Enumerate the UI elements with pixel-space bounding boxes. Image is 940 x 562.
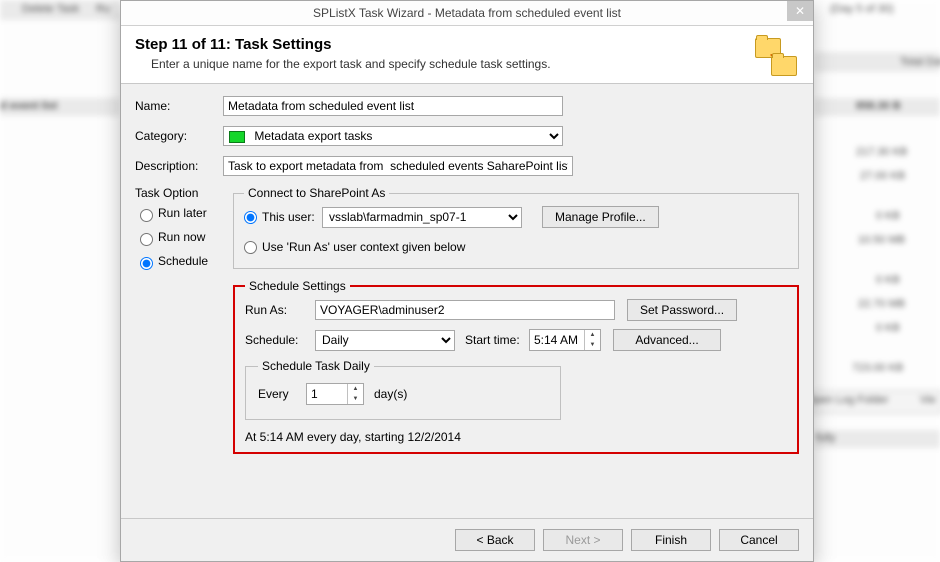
advanced-button[interactable]: Advanced... [613, 329, 721, 351]
cancel-button[interactable]: Cancel [719, 529, 799, 551]
start-time-label: Start time: [465, 333, 529, 347]
connect-legend: Connect to SharePoint As [244, 186, 389, 200]
schedule-fieldset: Schedule Settings Run As: Set Password..… [233, 279, 799, 454]
schedule-daily-fieldset: Schedule Task Daily Every ▲ ▼ day(s) [245, 359, 561, 420]
description-label: Description: [135, 159, 223, 173]
schedule-select[interactable]: Daily [315, 330, 455, 351]
schedule-label: Schedule: [245, 333, 315, 347]
start-time-input[interactable] [530, 330, 584, 350]
name-label: Name: [135, 99, 223, 113]
every-days-input[interactable] [307, 384, 347, 404]
chevron-down-icon[interactable]: ▼ [585, 340, 600, 350]
every-days-spinner[interactable]: ▲ ▼ [306, 383, 364, 405]
wizard-footer: < Back Next > Finish Cancel [121, 518, 813, 561]
daily-legend: Schedule Task Daily [258, 359, 374, 373]
schedule-legend: Schedule Settings [245, 279, 350, 293]
category-select[interactable] [223, 126, 563, 146]
category-label: Category: [135, 129, 223, 143]
chevron-up-icon[interactable]: ▲ [348, 384, 363, 394]
manage-profile-button[interactable]: Manage Profile... [542, 206, 659, 228]
schedule-summary: At 5:14 AM every day, starting 12/2/2014 [245, 430, 787, 444]
window-title: SPListX Task Wizard - Metadata from sche… [313, 6, 621, 20]
back-button[interactable]: < Back [455, 529, 535, 551]
step-title: Step 11 of 11: Task Settings [135, 36, 799, 53]
name-input[interactable] [223, 96, 563, 116]
connect-fieldset: Connect to SharePoint As This user: vssl… [233, 186, 799, 269]
radio-use-runas[interactable] [244, 241, 257, 254]
days-label: day(s) [374, 387, 407, 401]
start-time-spinner[interactable]: ▲ ▼ [529, 329, 601, 351]
radio-schedule[interactable]: Schedule [135, 254, 233, 270]
radio-this-user[interactable] [244, 211, 257, 224]
radio-run-now[interactable]: Run now [135, 230, 233, 246]
step-subtitle: Enter a unique name for the export task … [151, 57, 799, 71]
chevron-down-icon[interactable]: ▼ [348, 394, 363, 404]
runas-input[interactable] [315, 300, 615, 320]
finish-button[interactable]: Finish [631, 529, 711, 551]
task-option-label: Task Option [135, 186, 233, 200]
close-icon[interactable]: ✕ [787, 1, 813, 21]
this-user-label: This user: [262, 210, 322, 224]
use-runas-label: Use 'Run As' user context given below [262, 240, 465, 254]
folder-transfer-icon: ➜ [755, 38, 799, 78]
chevron-up-icon[interactable]: ▲ [585, 330, 600, 340]
radio-run-later[interactable]: Run later [135, 206, 233, 222]
next-button: Next > [543, 529, 623, 551]
set-password-button[interactable]: Set Password... [627, 299, 737, 321]
description-input[interactable] [223, 156, 573, 176]
runas-label: Run As: [245, 303, 315, 317]
this-user-select[interactable]: vsslab\farmadmin_sp07-1 [322, 207, 522, 228]
wizard-dialog: SPListX Task Wizard - Metadata from sche… [120, 0, 814, 562]
every-label: Every [258, 387, 306, 401]
wizard-header: Step 11 of 11: Task Settings Enter a uni… [121, 26, 813, 84]
titlebar: SPListX Task Wizard - Metadata from sche… [121, 1, 813, 26]
